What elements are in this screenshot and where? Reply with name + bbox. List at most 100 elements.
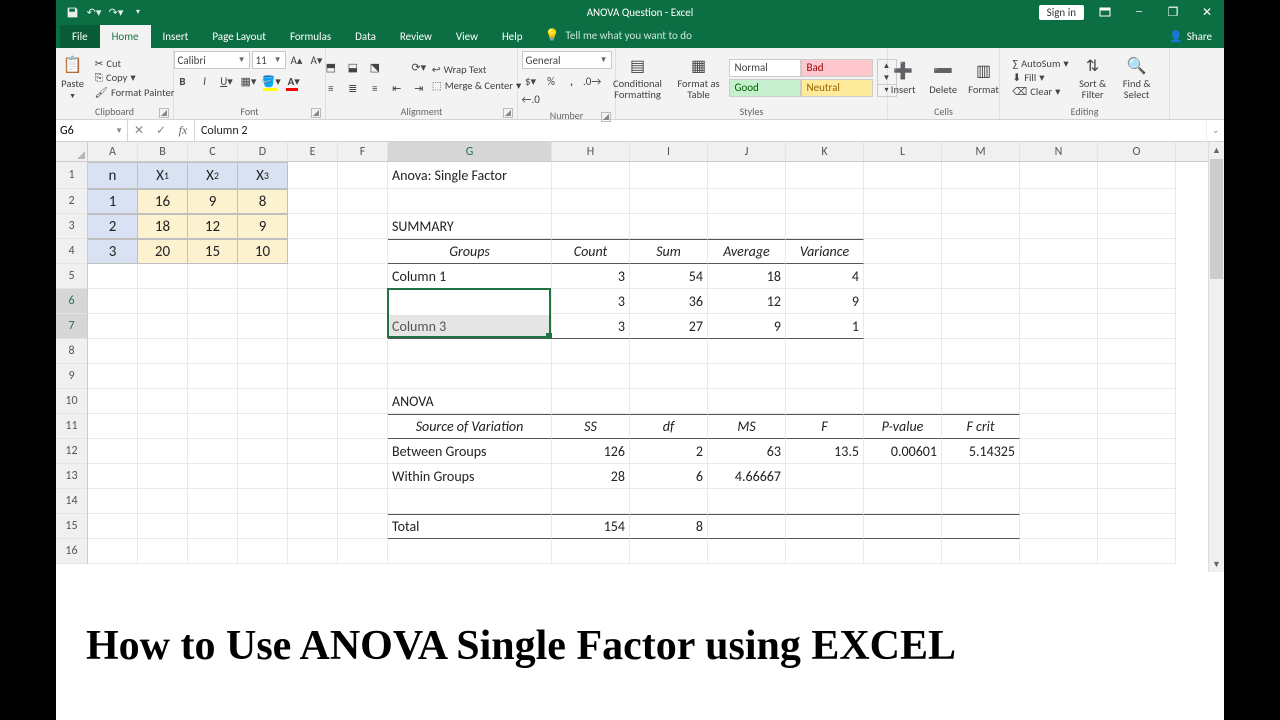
cell-E11[interactable] [288, 414, 338, 439]
number-dialog-launcher[interactable]: ◢ [601, 112, 611, 122]
alignment-dialog-launcher[interactable]: ◢ [503, 108, 513, 118]
column-header-A[interactable]: A [88, 142, 138, 161]
cell-A16[interactable] [88, 539, 138, 564]
cell-N8[interactable] [1020, 339, 1098, 364]
cell-E1[interactable] [288, 162, 338, 189]
conditional-formatting-button[interactable]: ▤Conditional Formatting [607, 55, 669, 100]
cell-K11[interactable]: F [786, 414, 864, 439]
cell-O12[interactable] [1098, 439, 1176, 464]
cell-C15[interactable] [188, 514, 238, 539]
cell-F16[interactable] [338, 539, 388, 564]
cell-C10[interactable] [188, 389, 238, 414]
cell-G1[interactable]: Anova: Single Factor [388, 162, 552, 189]
cell-H1[interactable] [552, 162, 630, 189]
share-button[interactable]: 👤 Share [1157, 25, 1224, 48]
cell-J10[interactable] [708, 389, 786, 414]
format-cells-button[interactable]: ▥Format [965, 61, 1002, 95]
cell-I4[interactable]: Sum [630, 239, 708, 264]
cell-M10[interactable] [942, 389, 1020, 414]
cell-F4[interactable] [338, 239, 388, 264]
cell-D12[interactable] [238, 439, 288, 464]
cell-A12[interactable] [88, 439, 138, 464]
cell-N7[interactable] [1020, 314, 1098, 339]
minimize-icon[interactable]: ─ [1122, 0, 1156, 24]
tell-me-search[interactable]: 💡 Tell me what you want to do [535, 23, 702, 48]
cell-M7[interactable] [942, 314, 1020, 339]
cell-I7[interactable]: 27 [630, 314, 708, 339]
cell-J12[interactable]: 63 [708, 439, 786, 464]
cell-K15[interactable] [786, 514, 864, 539]
cell-K3[interactable] [786, 214, 864, 239]
column-header-J[interactable]: J [708, 142, 786, 161]
cell-C12[interactable] [188, 439, 238, 464]
cell-J4[interactable]: Average [708, 239, 786, 264]
row-header-15[interactable]: 15 [56, 514, 87, 539]
cell-H9[interactable] [552, 364, 630, 389]
cell-K12[interactable]: 13.5 [786, 439, 864, 464]
cell-F2[interactable] [338, 189, 388, 214]
insert-cells-button[interactable]: ➕Insert [885, 61, 921, 95]
cell-D8[interactable] [238, 339, 288, 364]
cell-L13[interactable] [864, 464, 942, 489]
cell-N4[interactable] [1020, 239, 1098, 264]
cell-B1[interactable]: X1 [138, 162, 188, 189]
cell-D15[interactable] [238, 514, 288, 539]
tab-view[interactable]: View [444, 25, 490, 48]
tab-formulas[interactable]: Formulas [278, 25, 343, 48]
accounting-format-icon[interactable]: $▾ [522, 72, 540, 90]
cell-M6[interactable] [942, 289, 1020, 314]
cell-M1[interactable] [942, 162, 1020, 189]
cell-L1[interactable] [864, 162, 942, 189]
cell-M11[interactable]: F crit [942, 414, 1020, 439]
column-header-I[interactable]: I [630, 142, 708, 161]
cell-J8[interactable] [708, 339, 786, 364]
find-select-button[interactable]: 🔍Find & Select [1117, 55, 1157, 100]
column-header-M[interactable]: M [942, 142, 1020, 161]
align-top-icon[interactable]: ⬒ [322, 58, 340, 76]
row-header-8[interactable]: 8 [56, 339, 87, 364]
qat-customize-icon[interactable]: ▾ [128, 2, 148, 22]
cell-C8[interactable] [188, 339, 238, 364]
cancel-formula-icon[interactable]: ✕ [128, 123, 150, 138]
cell-E6[interactable] [288, 289, 338, 314]
column-header-E[interactable]: E [288, 142, 338, 161]
cell-G13[interactable]: Within Groups [388, 464, 552, 489]
cell-G3[interactable]: SUMMARY [388, 214, 552, 239]
cell-N6[interactable] [1020, 289, 1098, 314]
cell-O8[interactable] [1098, 339, 1176, 364]
cell-N16[interactable] [1020, 539, 1098, 564]
align-middle-icon[interactable]: ⬓ [344, 58, 362, 76]
cell-E8[interactable] [288, 339, 338, 364]
close-icon[interactable]: ✕ [1190, 0, 1224, 24]
cell-L12[interactable]: 0.00601 [864, 439, 942, 464]
decrease-decimal-icon[interactable]: ←.0 [522, 90, 540, 108]
cell-H14[interactable] [552, 489, 630, 514]
cell-G5[interactable]: Column 1 [388, 264, 552, 289]
cell-G9[interactable] [388, 364, 552, 389]
fx-icon[interactable]: fx [172, 123, 194, 138]
cell-D10[interactable] [238, 389, 288, 414]
cell-F14[interactable] [338, 489, 388, 514]
tab-help[interactable]: Help [490, 25, 535, 48]
cell-style-bad[interactable]: Bad [801, 59, 873, 77]
cell-E4[interactable] [288, 239, 338, 264]
clear-button[interactable]: ⌫Clear ▾ [1012, 85, 1068, 98]
vertical-scrollbar[interactable]: ▲ ▼ [1208, 142, 1224, 572]
cell-L11[interactable]: P-value [864, 414, 942, 439]
cell-N13[interactable] [1020, 464, 1098, 489]
cell-F1[interactable] [338, 162, 388, 189]
cell-G6[interactable]: Column 2 [388, 289, 552, 314]
comma-format-icon[interactable]: , [563, 72, 581, 90]
column-header-C[interactable]: C [188, 142, 238, 161]
cell-O2[interactable] [1098, 189, 1176, 214]
cell-A4[interactable]: 3 [88, 239, 138, 264]
cell-H10[interactable] [552, 389, 630, 414]
cell-L4[interactable] [864, 239, 942, 264]
scroll-thumb[interactable] [1210, 159, 1223, 279]
cell-H6[interactable]: 3 [552, 289, 630, 314]
cell-D7[interactable] [238, 314, 288, 339]
cell-O14[interactable] [1098, 489, 1176, 514]
increase-decimal-icon[interactable]: .0→ [583, 72, 601, 90]
cell-B8[interactable] [138, 339, 188, 364]
cell-C2[interactable]: 9 [188, 189, 238, 214]
